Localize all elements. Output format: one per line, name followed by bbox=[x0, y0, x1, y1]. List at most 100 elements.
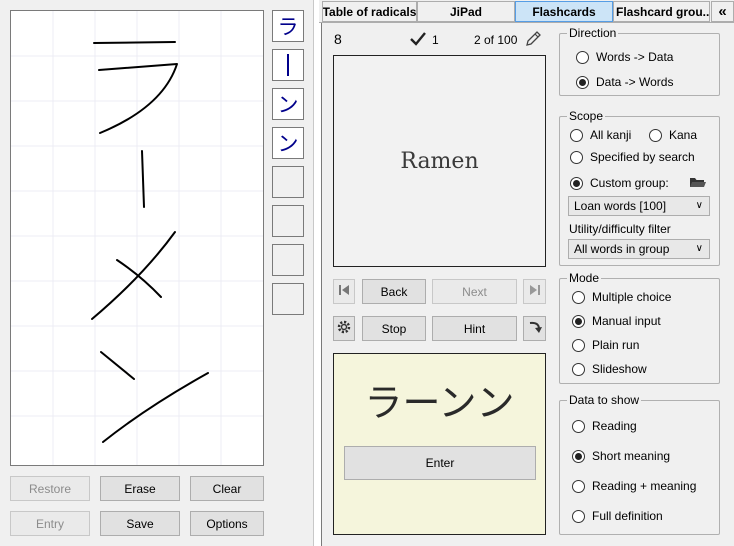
candidate-slot-3[interactable]: ン bbox=[272, 88, 304, 120]
direction-words-to-data[interactable]: Words -> Data bbox=[576, 50, 673, 64]
first-card-button[interactable] bbox=[333, 279, 355, 304]
mode-plain-run[interactable]: Plain run bbox=[572, 338, 639, 352]
erase-button[interactable]: Erase bbox=[100, 476, 180, 501]
candidate-slot-5[interactable] bbox=[272, 166, 304, 198]
difficulty-filter-select[interactable]: All words in group ∨ bbox=[568, 239, 710, 259]
progress-text: 2 of 100 bbox=[474, 33, 518, 47]
direction-title: Direction bbox=[567, 26, 619, 40]
redo-button[interactable] bbox=[523, 316, 546, 341]
scope-custom-group[interactable]: Custom group: bbox=[570, 176, 669, 190]
pencil-icon[interactable] bbox=[524, 30, 542, 51]
scope-kana[interactable]: Kana bbox=[649, 128, 697, 142]
show-full-definition[interactable]: Full definition bbox=[572, 509, 663, 523]
data-to-show-title: Data to show bbox=[567, 393, 642, 407]
skip-last-icon bbox=[529, 284, 541, 299]
radio-button bbox=[572, 290, 585, 304]
back-button[interactable]: Back bbox=[362, 279, 426, 304]
candidate-slot-1[interactable]: ラ bbox=[272, 10, 304, 42]
option-label: Multiple choice bbox=[592, 290, 672, 304]
stroke-1 bbox=[93, 41, 176, 44]
next-button[interactable]: Next bbox=[432, 279, 517, 304]
radio-button bbox=[649, 128, 662, 142]
gear-icon bbox=[336, 319, 352, 338]
radio-button bbox=[570, 128, 583, 142]
select-value: Loan words [100] bbox=[574, 199, 667, 213]
radio-button bbox=[572, 449, 585, 463]
scope-specified-by-search[interactable]: Specified by search bbox=[570, 150, 695, 164]
option-label: Manual input bbox=[592, 314, 661, 328]
redo-arrow-icon bbox=[527, 319, 543, 338]
radio-button bbox=[576, 75, 589, 89]
stroke-3 bbox=[141, 150, 145, 208]
tab-flashcards[interactable]: Flashcards bbox=[515, 1, 613, 22]
direction-data-to-words[interactable]: Data -> Words bbox=[576, 75, 673, 89]
skip-first-icon bbox=[338, 284, 350, 299]
canvas-strokes bbox=[11, 11, 263, 465]
save-button[interactable]: Save bbox=[100, 511, 180, 536]
candidate-slot-4[interactable]: ン bbox=[272, 127, 304, 159]
check-icon bbox=[409, 31, 427, 50]
hint-button[interactable]: Hint bbox=[432, 316, 517, 341]
entry-button[interactable]: Entry bbox=[10, 511, 90, 536]
candidate-char: ラ bbox=[277, 16, 299, 39]
custom-group-select[interactable]: Loan words [100] ∨ bbox=[568, 196, 710, 216]
mode-multiple-choice[interactable]: Multiple choice bbox=[572, 290, 671, 304]
stroke-4 bbox=[91, 231, 176, 320]
tab-flashcard-groups[interactable]: Flashcard grou... bbox=[613, 1, 710, 22]
scope-all-kanji[interactable]: All kanji bbox=[570, 128, 631, 142]
stroke-2 bbox=[98, 63, 178, 134]
answer-text: ラーンン bbox=[364, 381, 515, 425]
select-value: All words in group bbox=[574, 242, 670, 256]
stroke-6 bbox=[100, 351, 135, 380]
clear-button[interactable]: Clear bbox=[190, 476, 264, 501]
radio-button bbox=[572, 314, 585, 328]
correct-count: 1 bbox=[432, 33, 439, 47]
radio-button bbox=[570, 150, 583, 164]
folder-icon[interactable] bbox=[689, 175, 707, 192]
stroke-7 bbox=[102, 372, 209, 443]
canvas-grid bbox=[11, 11, 263, 465]
option-label: Kana bbox=[669, 128, 698, 142]
radio-button bbox=[576, 50, 589, 64]
radio-button bbox=[572, 479, 585, 493]
mode-title: Mode bbox=[567, 271, 602, 285]
show-reading[interactable]: Reading bbox=[572, 419, 637, 433]
candidate-slot-6[interactable] bbox=[272, 205, 304, 237]
candidate-slot-7[interactable] bbox=[272, 244, 304, 276]
enter-button[interactable]: Enter bbox=[344, 446, 536, 480]
option-label: Full definition bbox=[592, 509, 663, 523]
filter-label: Utility/difficulty filter bbox=[569, 222, 671, 236]
chevron-down-icon: ∨ bbox=[695, 243, 703, 254]
option-label: Words -> Data bbox=[596, 50, 674, 64]
card-count: 8 bbox=[334, 31, 342, 47]
mode-slideshow[interactable]: Slideshow bbox=[572, 362, 647, 376]
option-label: Plain run bbox=[592, 338, 640, 352]
collapse-panel-button[interactable]: « bbox=[711, 1, 734, 22]
candidate-slot-2[interactable] bbox=[272, 49, 304, 81]
chevron-down-icon: ∨ bbox=[695, 200, 703, 211]
stop-button[interactable]: Stop bbox=[362, 316, 426, 341]
settings-button[interactable] bbox=[333, 316, 355, 341]
mode-manual-input[interactable]: Manual input bbox=[572, 314, 661, 328]
candidate-slot-8[interactable] bbox=[272, 283, 304, 315]
options-button[interactable]: Options bbox=[190, 511, 264, 536]
handwriting-canvas[interactable] bbox=[10, 10, 264, 466]
tab-table-of-radicals[interactable]: Table of radicals bbox=[322, 1, 417, 22]
radio-button bbox=[572, 362, 585, 376]
option-label: Custom group: bbox=[590, 176, 669, 190]
option-label: Data -> Words bbox=[596, 75, 674, 89]
option-label: Reading bbox=[592, 419, 637, 433]
radio-button bbox=[572, 338, 585, 352]
option-label: Slideshow bbox=[592, 362, 647, 376]
option-label: All kanji bbox=[590, 128, 632, 142]
candidate-char: ン bbox=[277, 94, 299, 117]
show-reading-and-meaning[interactable]: Reading + meaning bbox=[572, 479, 696, 493]
last-card-button[interactable] bbox=[523, 279, 546, 304]
restore-button[interactable]: Restore bbox=[10, 476, 90, 501]
radio-button bbox=[572, 509, 585, 523]
show-short-meaning[interactable]: Short meaning bbox=[572, 449, 670, 463]
tab-jipad[interactable]: JiPad bbox=[417, 1, 515, 22]
candidate-char: ン bbox=[277, 133, 299, 156]
option-label: Specified by search bbox=[590, 150, 695, 164]
radio-button bbox=[572, 419, 585, 433]
